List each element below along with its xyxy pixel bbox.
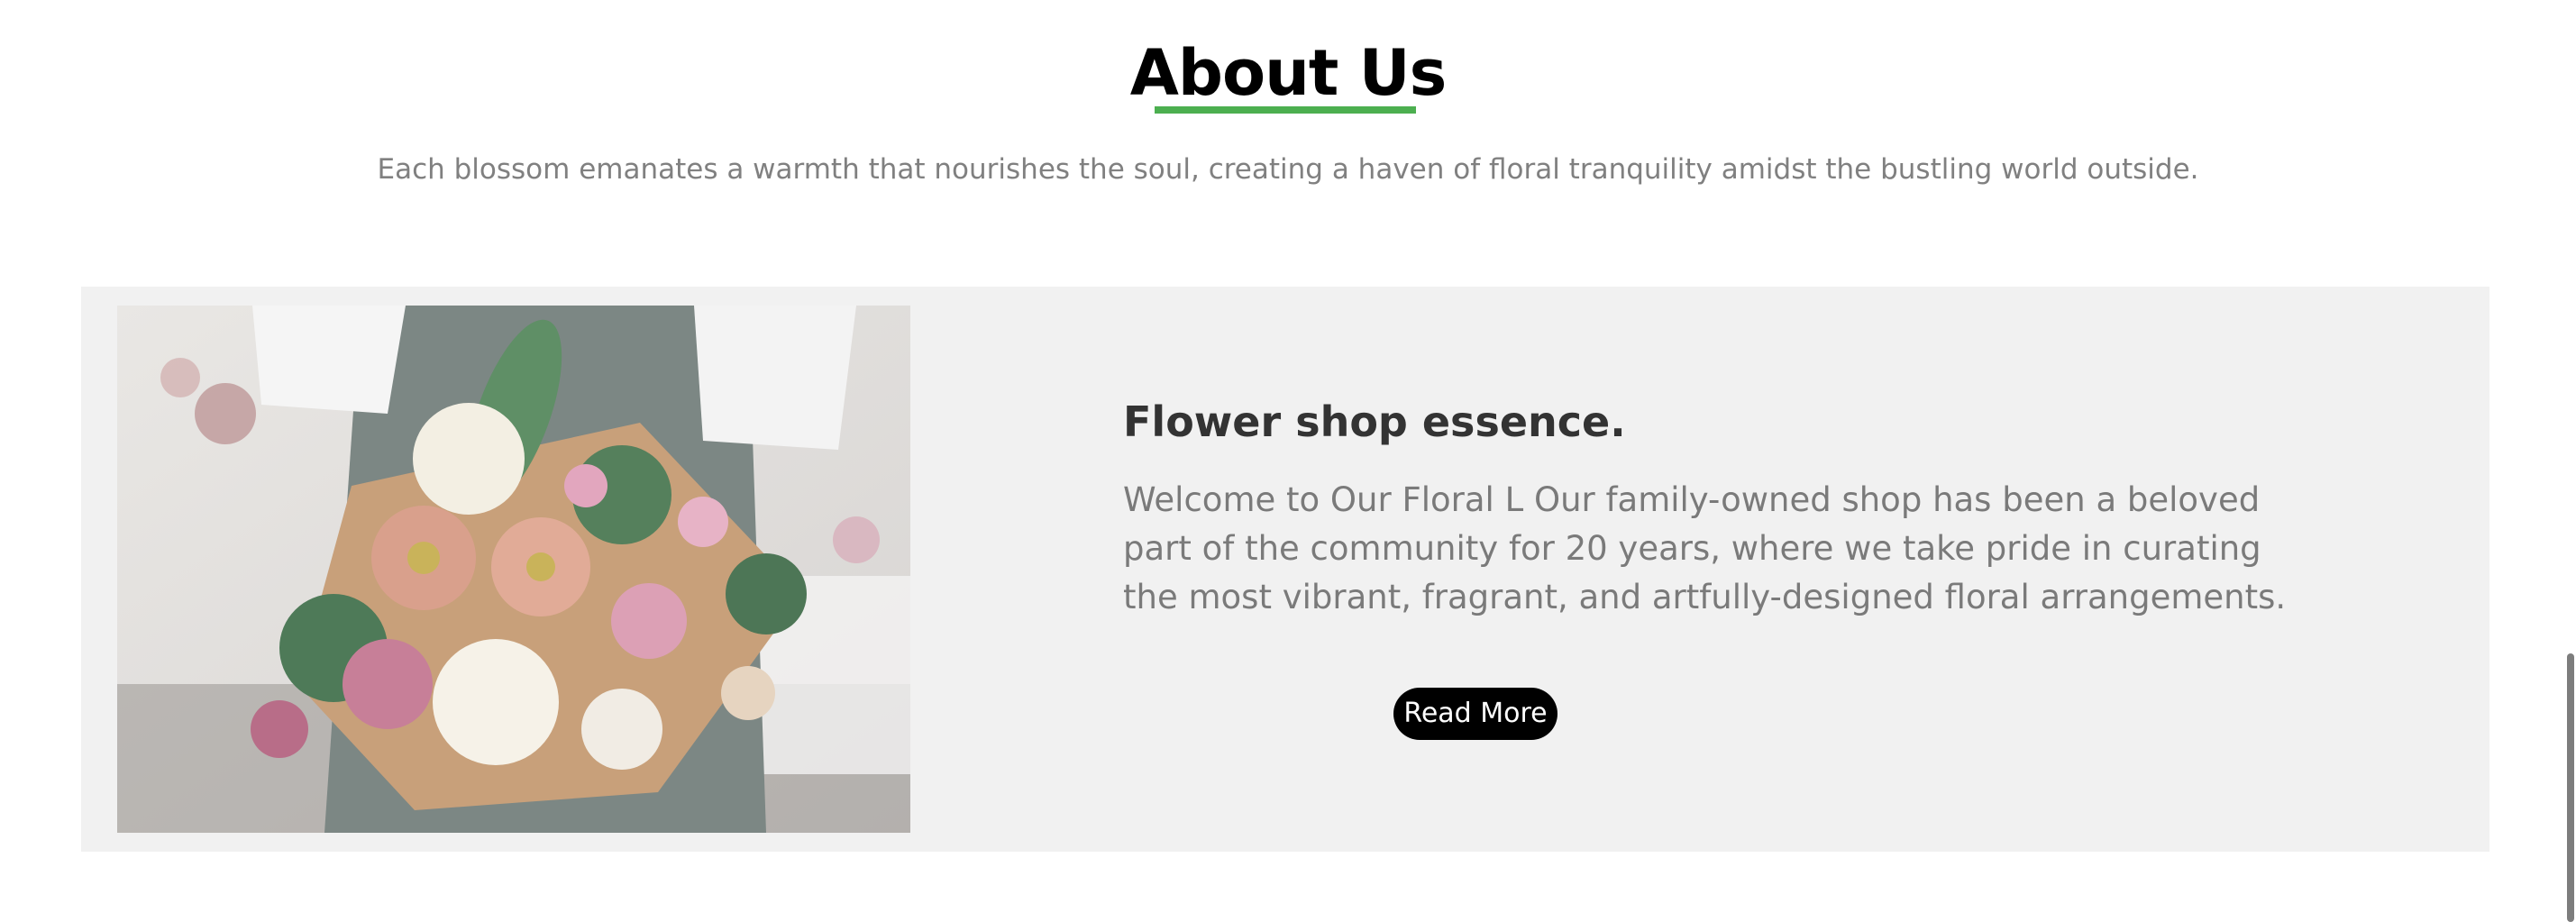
feature-panel: Flower shop essence. Welcome to Our Flor… — [81, 287, 2489, 852]
feature-description: Welcome to Our Floral L Our family-owned… — [1123, 480, 2287, 616]
about-subtitle: Each blossom emanates a warmth that nour… — [377, 153, 2199, 186]
scrollbar-thumb[interactable] — [2567, 653, 2574, 922]
about-page: About Us Each blossom emanates a warmth … — [0, 0, 2576, 922]
title-underline — [1155, 106, 1416, 114]
flower-bouquet-image — [117, 306, 910, 833]
scrollbar-track[interactable] — [2565, 0, 2576, 922]
feature-heading: Flower shop essence. — [1123, 397, 1626, 446]
read-more-button[interactable]: Read More — [1393, 688, 1557, 740]
flower-bouquet-illustration — [117, 306, 910, 833]
about-title: About Us — [0, 32, 2576, 117]
about-title-text: About Us — [1129, 36, 1448, 110]
